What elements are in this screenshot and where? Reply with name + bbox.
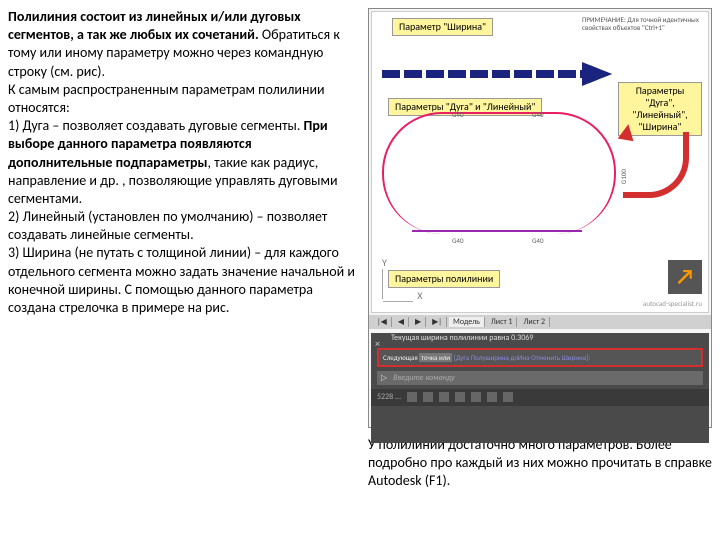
red-curved-arrow: [623, 132, 683, 232]
tab-sheet-1[interactable]: Лист 1: [487, 317, 518, 327]
width-arrow-shape: [382, 62, 612, 86]
cmd-prefix: Следующая: [383, 353, 419, 362]
tab-sheet-2[interactable]: Лист 2: [519, 317, 550, 327]
tab-nav-first[interactable]: |◀: [373, 317, 392, 327]
seg-g40-1: G40: [452, 110, 464, 119]
status-icon-2[interactable]: [423, 392, 433, 402]
command-panel: × Текущая ширина полилинии равна 0.3069 …: [371, 333, 709, 443]
common-params-line: К самым распространенным параметрам поли…: [8, 81, 325, 116]
note-box: ПРИМЕЧАНИЕ: Для точной идентичных свойст…: [582, 16, 702, 31]
tab-nav-next[interactable]: ▶: [411, 317, 426, 327]
left-text-column: Полилиния состоит из линейных и/или дуго…: [8, 8, 356, 491]
status-icon-5[interactable]: [471, 392, 481, 402]
logo-arrow-icon: ↗: [676, 263, 694, 292]
command-input-row: ▷ Введите команду: [377, 371, 703, 385]
coord-x-label: X: [417, 289, 422, 302]
pink-bottom-line: [412, 230, 582, 232]
param-2: 2) Линейный (установлен по умолчанию) – …: [8, 208, 327, 243]
coordinate-axes: Y X: [382, 256, 422, 302]
figure-panel: Параметр "Ширина" ПРИМЕЧАНИЕ: Для точной…: [368, 8, 712, 428]
coord-y-label: Y: [382, 256, 387, 269]
command-status-line: Текущая ширина полилинии равна 0.3069: [377, 333, 703, 343]
status-bar: 5228 ...: [371, 389, 709, 405]
cmd-mid: точка или: [419, 353, 452, 362]
status-icon-3[interactable]: [439, 392, 449, 402]
cmd-options[interactable]: [Дуга Полуширина длИна Отменить Ширина]:: [454, 353, 590, 362]
status-coords: 5228 ...: [377, 392, 401, 402]
status-icon-1[interactable]: [407, 392, 417, 402]
seg-g40-3: G40: [452, 236, 464, 245]
tab-model[interactable]: Модель: [449, 317, 485, 327]
intro-bold: Полилиния состоит из линейных и/или дуго…: [8, 8, 301, 43]
label-width: Параметр "Ширина": [392, 18, 493, 36]
param-1-start: 1) Дуга – позволяет создавать дуговые се…: [8, 117, 304, 134]
param-3: 3) Ширина (не путать с толщиной линии) –…: [8, 244, 355, 316]
command-input[interactable]: Введите команду: [393, 373, 455, 383]
pink-oval-path: [382, 112, 616, 234]
status-icon-7[interactable]: [503, 392, 513, 402]
tab-strip: |◀ ◀ ▶ ▶| Модель Лист 1 Лист 2: [369, 315, 711, 329]
site-url-text: autocad-specialist.ru: [643, 299, 702, 308]
close-command-button[interactable]: ×: [375, 337, 380, 350]
tab-nav-last[interactable]: ▶|: [428, 317, 447, 327]
status-icon-6[interactable]: [487, 392, 497, 402]
site-logo: ↗: [668, 260, 702, 294]
seg-g40-2: G40: [532, 110, 544, 119]
command-prompt-highlighted: Следующая точка или [Дуга Полуширина длИ…: [377, 348, 703, 367]
figure-caption: У полилинии достаточно много параметров.…: [368, 436, 712, 491]
command-run-icon[interactable]: ▷: [381, 373, 387, 383]
tab-nav-prev[interactable]: ◀: [394, 317, 409, 327]
diagram-canvas: Параметр "Ширина" ПРИМЕЧАНИЕ: Для точной…: [371, 11, 709, 313]
status-icon-4[interactable]: [455, 392, 465, 402]
seg-g40-4: G40: [532, 236, 544, 245]
